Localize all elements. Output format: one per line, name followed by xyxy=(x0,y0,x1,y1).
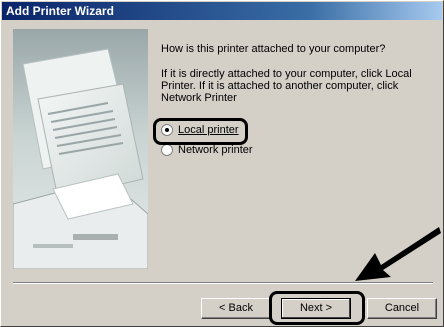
cancel-button[interactable]: Cancel xyxy=(367,298,437,319)
next-button-highlight-outline xyxy=(269,291,365,325)
back-button[interactable]: < Back xyxy=(201,298,271,319)
add-printer-wizard-window: Add Printer Wizard How is this printer a… xyxy=(0,0,444,327)
network-printer-radio[interactable] xyxy=(161,144,173,156)
window-title: Add Printer Wizard xyxy=(6,4,114,18)
printer-illustration xyxy=(13,29,148,269)
pointer-arrow-icon xyxy=(355,227,441,281)
network-printer-label[interactable]: Network printer xyxy=(178,144,253,156)
question-text: How is this printer attached to your com… xyxy=(161,43,386,55)
printer-art-svg xyxy=(13,48,148,269)
local-printer-highlight-outline xyxy=(153,118,248,145)
title-bar: Add Printer Wizard xyxy=(2,2,442,20)
instruction-text: If it is directly attached to your compu… xyxy=(161,68,412,104)
